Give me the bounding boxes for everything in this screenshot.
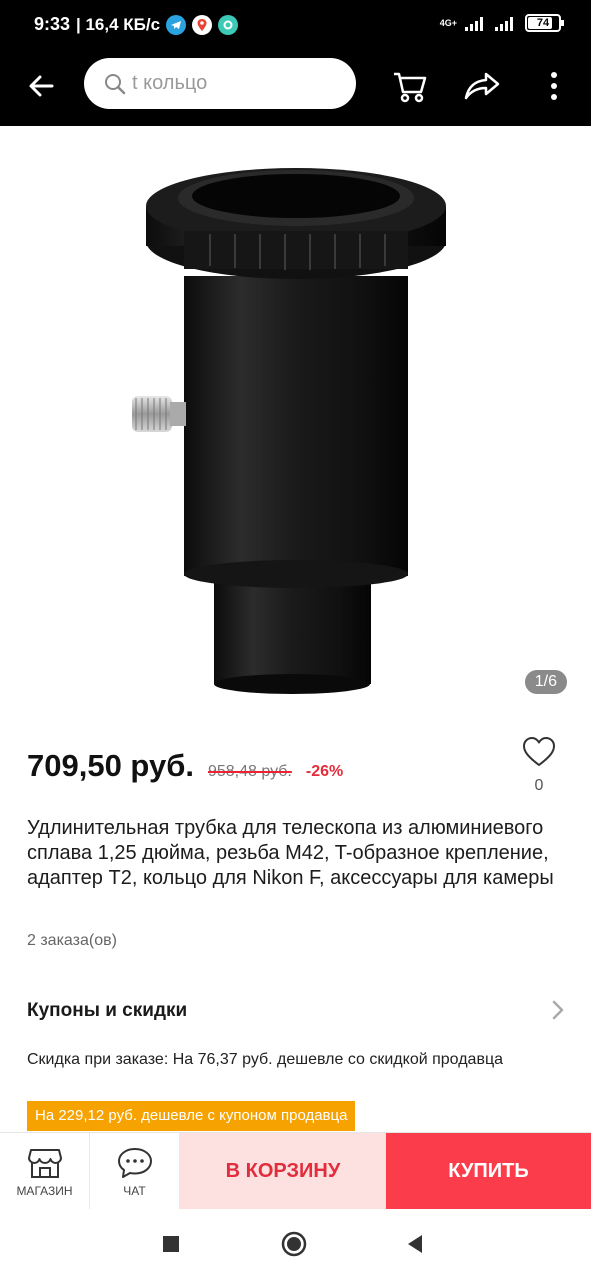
status-right: 4G+ 74 <box>439 14 564 32</box>
signal-icon <box>465 17 483 31</box>
battery-icon: 74 <box>525 14 564 32</box>
battery-level: 74 <box>536 17 550 29</box>
back-button[interactable] <box>24 68 60 104</box>
wishlist-count: 0 <box>534 777 544 794</box>
back-nav-icon[interactable] <box>400 1229 430 1259</box>
status-app-icons <box>166 15 238 35</box>
top-header: t кольцо <box>0 50 591 126</box>
store-icon <box>27 1148 62 1178</box>
share-icon <box>464 72 500 100</box>
coupon-tag[interactable]: На 229,12 руб. дешевле с купоном продавц… <box>27 1101 356 1131</box>
status-time: 9:33 <box>34 14 71 34</box>
old-price: 958,48 руб. <box>207 763 292 780</box>
product-gallery[interactable]: 1/6 <box>0 126 591 706</box>
bottom-action-bar: МАГАЗИН ЧАТ В КОРЗИНУ КУПИТЬ <box>0 1132 591 1210</box>
image-pager: 1/6 <box>524 670 567 694</box>
status-bar: 9:33 | 16,4 КБ/с 4G+ 74 <box>0 0 591 50</box>
back-arrow-icon <box>29 75 54 97</box>
cart-icon <box>394 72 427 103</box>
chevron-right-icon[interactable] <box>548 998 568 1022</box>
signal-icon-2 <box>495 17 513 31</box>
share-button[interactable] <box>460 64 504 108</box>
product-title: Удлинительная трубка для телескопа из ал… <box>27 817 554 889</box>
app-icon <box>218 15 238 35</box>
current-price: 709,50 руб. <box>27 748 194 783</box>
home-icon[interactable] <box>279 1229 309 1259</box>
store-label: МАГАЗИН <box>16 1183 73 1198</box>
chat-button[interactable]: ЧАТ <box>90 1133 180 1210</box>
search-icon <box>105 73 126 94</box>
more-button[interactable] <box>532 64 576 108</box>
seller-discount-text: Скидка при заказе: На 76,37 руб. дешевле… <box>27 1051 503 1068</box>
more-icon <box>551 72 557 100</box>
product-image <box>132 168 446 694</box>
chat-label: ЧАТ <box>123 1183 146 1198</box>
coupons-heading[interactable]: Купоны и скидки <box>27 1000 187 1022</box>
system-nav-bar <box>0 1209 591 1280</box>
network-label: 4G+ <box>439 18 457 28</box>
wishlist-button[interactable]: 0 <box>519 736 559 795</box>
price-row: 709,50 руб. 958,48 руб. -26% <box>27 748 343 784</box>
store-button[interactable]: МАГАЗИН <box>0 1133 90 1210</box>
search-placeholder: t кольцо <box>132 72 208 94</box>
search-input[interactable]: t кольцо <box>84 58 356 109</box>
buy-now-button[interactable]: КУПИТЬ <box>386 1133 591 1209</box>
cart-button[interactable] <box>388 64 432 108</box>
recents-icon[interactable] <box>156 1229 186 1259</box>
chat-icon <box>117 1147 152 1178</box>
status-speed: | 16,4 КБ/с <box>76 15 161 34</box>
telegram-icon <box>166 15 186 35</box>
heart-icon <box>523 737 555 766</box>
add-to-cart-button[interactable]: В КОРЗИНУ <box>180 1133 386 1209</box>
discount-badge: -26% <box>305 763 344 780</box>
maps-icon <box>192 15 212 35</box>
orders-count: 2 заказа(ов) <box>27 932 117 949</box>
